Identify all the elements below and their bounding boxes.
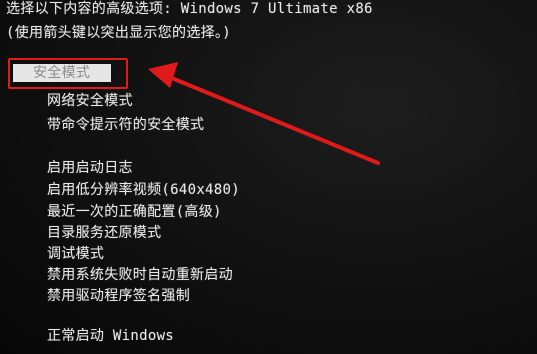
boot-options-screen: 选择以下内容的高级选项: Windows 7 Ultimate x86 (使用箭… <box>0 0 537 354</box>
pointer-arrow-icon <box>148 62 380 165</box>
